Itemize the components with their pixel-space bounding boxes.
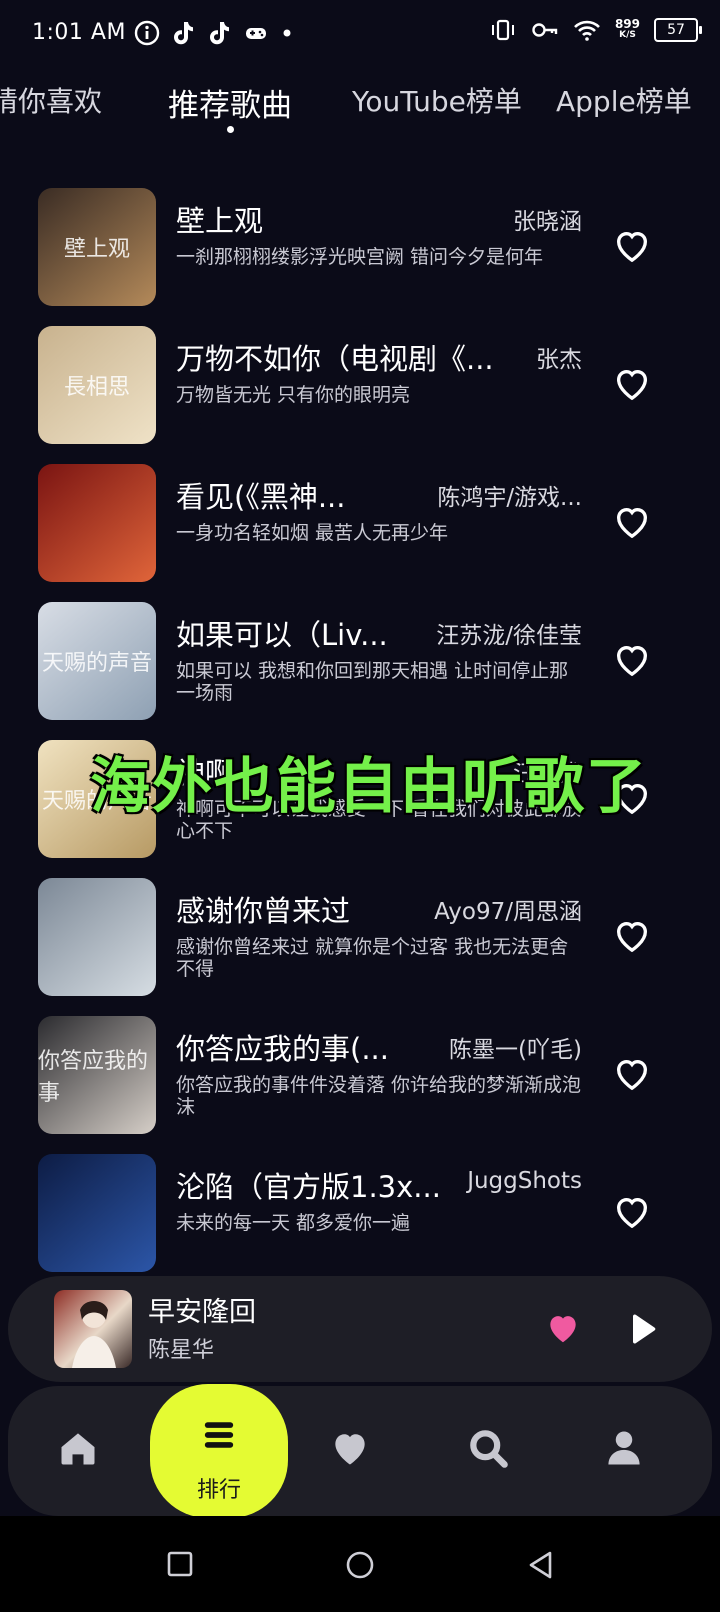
recent-apps-icon[interactable]: [166, 1550, 194, 1578]
key-icon: [532, 23, 558, 37]
song-row[interactable]: 天赐的声音 如果可以（Liv... 汪苏泷/徐佳莹如果可以 我想和你回到那天相遇 让…: [0, 602, 720, 722]
system-nav-bar: [0, 1516, 720, 1612]
overlay-caption: 海外也能自由听歌了: [90, 752, 648, 822]
tab-recommended-songs[interactable]: 推荐歌曲: [168, 80, 292, 125]
song-lyric: 未来的每一天 都多爱你一遍: [176, 1212, 411, 1234]
song-cover[interactable]: 你答应我的事: [38, 1016, 156, 1134]
top-tabs: 猜你喜欢 推荐歌曲 YouTube榜单 Apple榜单: [0, 72, 720, 142]
tiktok-icon: [174, 22, 193, 45]
info-icon: [134, 20, 160, 46]
home-icon[interactable]: [56, 1426, 100, 1470]
tab-apple-chart[interactable]: Apple榜单: [556, 80, 692, 120]
song-cover[interactable]: 天赐的声音: [38, 602, 156, 720]
tiktok-icon: [210, 22, 229, 45]
song-cover[interactable]: 長相思: [38, 326, 156, 444]
song-lyric: 一身功名轻如烟 最苦人无再少年: [176, 522, 449, 544]
back-icon[interactable]: [526, 1550, 554, 1580]
song-title: 你答应我的事(...: [176, 1032, 389, 1066]
profile-icon[interactable]: [602, 1426, 646, 1470]
ranking-icon: [204, 1422, 234, 1448]
status-left-icons: [134, 20, 294, 46]
like-heart-icon[interactable]: [612, 1054, 652, 1094]
like-heart-icon[interactable]: [612, 226, 652, 266]
song-row[interactable]: 看见(《黑神... 陈鸿宇/游戏... 一身功名轻如烟 最苦人无再少年: [0, 464, 720, 584]
song-title: 沦陷（官方版1.3x...: [176, 1170, 441, 1204]
tab-youtube-chart[interactable]: YouTube榜单: [352, 80, 522, 120]
song-cover[interactable]: [38, 878, 156, 996]
gamepad-icon: [246, 28, 266, 39]
like-heart-icon[interactable]: [612, 1192, 652, 1232]
song-cover-art-text: 長相思: [63, 375, 130, 400]
song-cover-art-text: 你答应我的事: [38, 1049, 149, 1106]
active-tab-indicator: [227, 126, 234, 133]
now-playing-artist: 陈星华: [148, 1338, 215, 1363]
like-heart-icon[interactable]: [612, 916, 652, 956]
like-heart-icon[interactable]: [612, 364, 652, 404]
song-row[interactable]: 長相思 万物不如你（电视剧《... 张杰万物皆无光 只有你的眼明亮: [0, 326, 720, 446]
song-lyric: 万物皆无光 只有你的眼明亮: [176, 384, 411, 406]
song-cover-art-text: [38, 464, 156, 582]
wifi-icon: [574, 20, 600, 41]
tab-guess-you-like[interactable]: 猜你喜欢: [0, 80, 102, 120]
song-cover[interactable]: [38, 464, 156, 582]
song-cover-art-text: 壁上观: [63, 237, 130, 262]
song-artist: 汪苏泷/徐佳莹: [436, 623, 582, 649]
network-speed-unit: K/S: [619, 30, 636, 40]
status-time: 1:01 AM: [32, 20, 126, 45]
song-row[interactable]: 壁上观 壁上观 张晓涵 一刹那栩栩缕影浮光映宫阙 错问今夕是何年: [0, 188, 720, 308]
network-speed-value: 899: [614, 17, 640, 31]
now-playing-title: 早安隆回: [148, 1297, 256, 1328]
song-lyric: 如果可以 我想和你回到那天相遇 让时间停止那一场雨: [176, 660, 569, 704]
bottom-nav: 排行: [8, 1384, 712, 1518]
status-bar: 1:01 AM 899 K/S 57: [0, 0, 720, 72]
home-circle-icon[interactable]: [345, 1550, 375, 1580]
song-artist: JuggShots: [467, 1168, 582, 1194]
song-title: 感谢你曾来过: [176, 894, 351, 928]
song-lyric: 一刹那栩栩缕影浮光映宫阙 错问今夕是何年: [176, 246, 544, 268]
network-speed: 899 K/S: [614, 17, 640, 41]
song-row[interactable]: 感谢你曾来过 Ayo97/周思涵感谢你曾经来过 就算你是个过客 我也无法更舍不得: [0, 878, 720, 998]
song-cover-art-text: 天赐的声音: [41, 651, 152, 676]
song-lyric: 感谢你曾经来过 就算你是个过客 我也无法更舍不得: [176, 936, 569, 980]
song-artist: 张晓涵: [513, 209, 582, 235]
search-icon[interactable]: [466, 1426, 510, 1470]
song-title: 看见(《黑神...: [176, 480, 346, 514]
song-cover-art-text: [38, 1154, 156, 1272]
song-artist: 陈鸿宇/游戏...: [437, 485, 582, 511]
status-right-icons: 899 K/S 57: [489, 17, 702, 42]
song-artist: Ayo97/周思涵: [434, 899, 582, 925]
song-cover-art-text: [38, 878, 156, 996]
liked-heart-icon[interactable]: [544, 1309, 582, 1347]
notification-dot-icon: [283, 29, 291, 37]
vibrate-icon: [491, 19, 514, 41]
song-cover[interactable]: [38, 1154, 156, 1272]
song-row[interactable]: 沦陷（官方版1.3x... JuggShots 未来的每一天 都多爱你一遍: [0, 1154, 720, 1274]
battery-icon: 57: [654, 18, 702, 42]
play-button[interactable]: [624, 1310, 660, 1348]
song-title: 万物不如你（电视剧《...: [176, 342, 494, 376]
nav-ranking-button[interactable]: 排行: [150, 1384, 288, 1518]
song-title: 壁上观: [176, 204, 264, 238]
nav-ranking-label: 排行: [196, 1478, 241, 1503]
song-cover[interactable]: 壁上观: [38, 188, 156, 306]
song-artist: 陈墨一(吖毛): [449, 1037, 582, 1063]
now-playing-cover[interactable]: [54, 1290, 132, 1368]
now-playing-bar[interactable]: 早安隆回 陈星华: [8, 1276, 712, 1382]
heart-icon[interactable]: [328, 1426, 372, 1470]
song-lyric: 你答应我的事件件没着落 你许给我的梦渐渐成泡沫: [176, 1074, 582, 1118]
song-title: 如果可以（Liv...: [176, 618, 388, 652]
song-row[interactable]: 你答应我的事 你答应我的事(... 陈墨一(吖毛) 你答应我的事件件没着落 你许给我的…: [0, 1016, 720, 1136]
song-artist: 张杰: [536, 347, 582, 373]
like-heart-icon[interactable]: [612, 640, 652, 680]
like-heart-icon[interactable]: [612, 502, 652, 542]
